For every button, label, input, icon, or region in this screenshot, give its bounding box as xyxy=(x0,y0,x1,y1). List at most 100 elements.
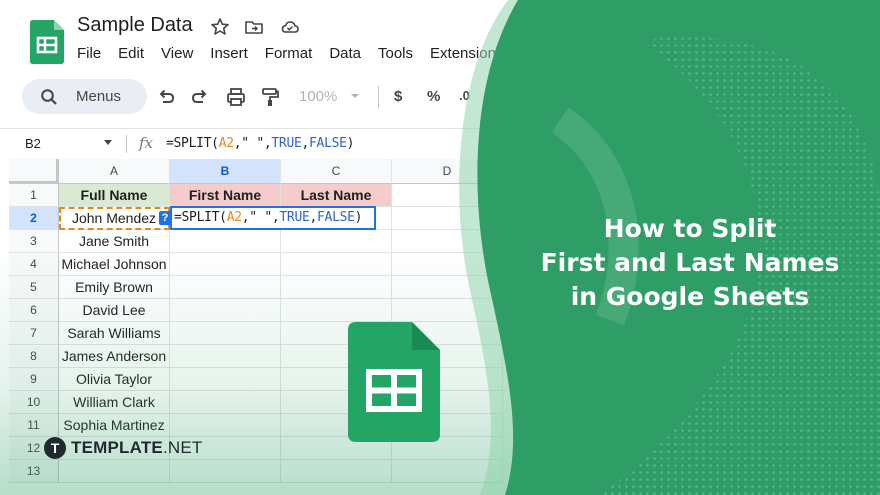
table-cell[interactable] xyxy=(170,460,281,483)
formula-input[interactable]: =SPLIT(A2," ",TRUE,FALSE) xyxy=(166,136,354,151)
formula-true: TRUE xyxy=(271,136,302,151)
cell-formula-part: ," ", xyxy=(241,210,280,225)
template-net-mark: T xyxy=(44,437,66,459)
star-icon[interactable] xyxy=(210,17,230,37)
name-cell[interactable]: Jane Smith xyxy=(59,230,170,253)
name-cell[interactable]: Sophia Martinez xyxy=(59,414,170,437)
name-cell[interactable]: William Clark xyxy=(59,391,170,414)
formula-bar: B2 fx =SPLIT(A2," ",TRUE,FALSE) xyxy=(0,128,880,158)
name-cell[interactable]: John Mendez xyxy=(59,207,170,230)
zoom-dropdown-icon[interactable] xyxy=(349,91,361,101)
row-header[interactable]: 5 xyxy=(9,276,59,299)
hero-title-line-1: How to Split xyxy=(603,214,777,243)
table-cell[interactable] xyxy=(281,460,392,483)
undo-icon[interactable] xyxy=(155,86,177,108)
formula-help-icon[interactable]: ? xyxy=(159,211,171,225)
template-net-logo: T TEMPLATE.NET xyxy=(44,437,202,459)
column-header-c[interactable]: C xyxy=(281,159,392,184)
move-to-folder-icon[interactable] xyxy=(244,17,264,37)
formula-false: FALSE xyxy=(309,136,347,151)
name-cell[interactable]: Emily Brown xyxy=(59,276,170,299)
zoom-select[interactable]: 100% xyxy=(299,88,337,105)
name-cell[interactable]: Michael Johnson xyxy=(59,253,170,276)
paint-format-icon[interactable] xyxy=(259,86,281,108)
row-header[interactable]: 4 xyxy=(9,253,59,276)
name-cell[interactable]: Sarah Williams xyxy=(59,322,170,345)
row-header[interactable]: 11 xyxy=(9,414,59,437)
table-cell[interactable] xyxy=(170,368,281,391)
menu-extensions[interactable]: Extensions xyxy=(430,45,503,62)
row-header[interactable]: 6 xyxy=(9,299,59,322)
row-header[interactable]: 7 xyxy=(9,322,59,345)
row-header[interactable]: 9 xyxy=(9,368,59,391)
menu-tools[interactable]: Tools xyxy=(378,45,413,62)
row-header[interactable]: 10 xyxy=(9,391,59,414)
formula-reference: A2 xyxy=(218,136,234,151)
cell-formula-part: , xyxy=(309,210,318,225)
table-cell[interactable] xyxy=(170,299,281,322)
name-box[interactable]: B2 xyxy=(25,136,41,151)
select-all-corner[interactable] xyxy=(9,159,59,184)
table-cell[interactable] xyxy=(281,276,392,299)
header-cell[interactable]: Last Name xyxy=(281,184,392,207)
cell-formula-part: TRUE xyxy=(279,210,310,225)
menu-format[interactable]: Format xyxy=(265,45,313,62)
table-cell[interactable] xyxy=(281,253,392,276)
row-header[interactable]: 13 xyxy=(9,460,59,483)
name-box-dropdown-icon[interactable] xyxy=(104,140,112,145)
brand-suffix: .NET xyxy=(162,438,203,457)
header-cell[interactable]: First Name xyxy=(170,184,281,207)
menu-data[interactable]: Data xyxy=(329,45,361,62)
table-cell[interactable] xyxy=(170,276,281,299)
print-icon[interactable] xyxy=(225,86,247,108)
table-cell[interactable] xyxy=(392,253,503,276)
table-cell[interactable] xyxy=(392,230,503,253)
row-header[interactable]: 2 xyxy=(9,207,59,230)
table-cell[interactable] xyxy=(392,184,503,207)
cell-formula-part: FALSE xyxy=(317,210,355,225)
redo-icon[interactable] xyxy=(189,86,211,108)
row-header[interactable]: 1 xyxy=(9,184,59,207)
table-cell[interactable] xyxy=(392,276,503,299)
table-cell[interactable] xyxy=(170,230,281,253)
cell-formula-part: ) xyxy=(354,210,363,225)
menu-file[interactable]: File xyxy=(77,45,101,62)
table-cell[interactable] xyxy=(281,230,392,253)
cell-formula-part: =SPLIT( xyxy=(174,210,227,225)
table-cell[interactable] xyxy=(392,460,503,483)
table-cell[interactable] xyxy=(392,299,503,322)
search-menus-label: Menus xyxy=(76,88,122,105)
column-header-a[interactable]: A xyxy=(59,159,170,184)
menu-edit[interactable]: Edit xyxy=(118,45,144,62)
table-cell[interactable] xyxy=(59,460,170,483)
hero-title-line-3: in Google Sheets xyxy=(570,282,810,311)
google-sheets-logo-icon[interactable] xyxy=(30,20,64,64)
format-percent-button[interactable]: % xyxy=(427,88,440,105)
document-title[interactable]: Sample Data xyxy=(77,14,193,37)
name-cell[interactable]: David Lee xyxy=(59,299,170,322)
column-header-b[interactable]: B xyxy=(170,159,281,184)
cell-formula-part: A2 xyxy=(226,210,242,225)
name-cell[interactable]: Olivia Taylor xyxy=(59,368,170,391)
table-cell[interactable] xyxy=(170,345,281,368)
table-cell[interactable] xyxy=(170,322,281,345)
table-cell[interactable] xyxy=(281,299,392,322)
name-cell[interactable]: James Anderson xyxy=(59,345,170,368)
active-cell-editor[interactable]: =SPLIT(A2," ",TRUE,FALSE) xyxy=(170,206,376,230)
table-cell[interactable] xyxy=(170,414,281,437)
decrease-decimal-button[interactable]: .0 xyxy=(459,88,470,103)
search-menus-box[interactable]: Menus xyxy=(22,79,147,114)
table-cell[interactable] xyxy=(170,391,281,414)
table-cell[interactable] xyxy=(170,253,281,276)
header-cell[interactable]: Full Name xyxy=(59,184,170,207)
toolbar-divider xyxy=(378,86,379,108)
increase-decimal-button[interactable]: .00 xyxy=(496,88,514,103)
menu-insert[interactable]: Insert xyxy=(210,45,248,62)
table-cell[interactable] xyxy=(392,207,503,230)
row-header[interactable]: 8 xyxy=(9,345,59,368)
column-header-d[interactable]: D xyxy=(392,159,503,184)
menu-view[interactable]: View xyxy=(161,45,193,62)
cloud-saved-icon[interactable] xyxy=(280,17,300,37)
format-currency-button[interactable]: $ xyxy=(394,88,402,105)
row-header[interactable]: 3 xyxy=(9,230,59,253)
